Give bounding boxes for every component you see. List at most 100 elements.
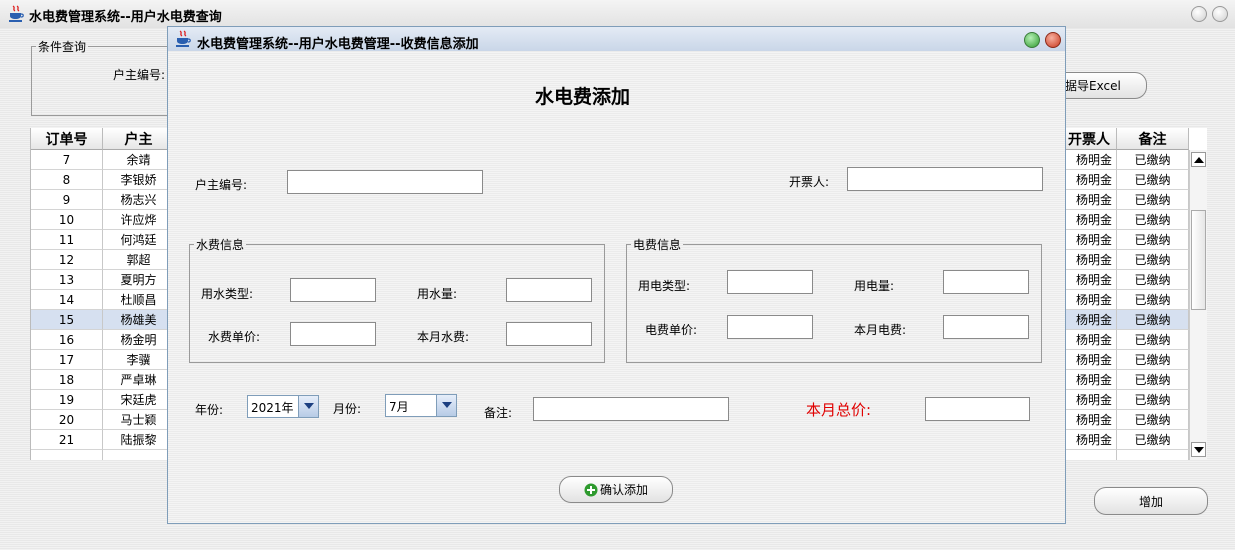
java-cup-icon (176, 30, 191, 47)
cell-order-id: 20 (31, 410, 103, 430)
cell-owner: 夏明方 (103, 270, 175, 290)
cell-owner: 严卓琳 (103, 370, 175, 390)
water-type-input[interactable] (290, 278, 376, 302)
cell-order-id: 7 (31, 150, 103, 170)
cell-owner: 宋廷虎 (103, 390, 175, 410)
cell-note: 已缴纳 (1117, 370, 1189, 390)
cell-owner: 杨雄美 (103, 310, 175, 330)
cell-issuer: 杨明金 (1061, 410, 1117, 430)
confirm-add-label: 确认添加 (599, 483, 648, 497)
elec-type-input[interactable] (727, 270, 813, 294)
scroll-down-button[interactable] (1191, 442, 1206, 457)
export-excel-label: 据导Excel (1065, 79, 1121, 93)
dialog-heading: 水电费添加 (535, 86, 631, 108)
cell-owner: 李骥 (103, 350, 175, 370)
month-label: 月份: (333, 402, 362, 416)
cell-note: 已缴纳 (1117, 190, 1189, 210)
remark-input[interactable] (533, 397, 729, 421)
water-amount-label: 用水量: (417, 287, 458, 301)
dialog-close-button[interactable] (1045, 32, 1061, 48)
year-select-value: 2021年 (251, 401, 294, 415)
cell-issuer: 杨明金 (1061, 330, 1117, 350)
elec-amount-input[interactable] (943, 270, 1029, 294)
cell-owner: 马士颖 (103, 410, 175, 430)
cell-note: 已缴纳 (1117, 270, 1189, 290)
issuer-input[interactable] (847, 167, 1043, 191)
scroll-thumb[interactable] (1191, 210, 1206, 310)
owner-id-input[interactable] (287, 170, 483, 194)
cell-note: 已缴纳 (1117, 390, 1189, 410)
cell-order-id: 11 (31, 230, 103, 250)
cell-empty (1061, 450, 1117, 460)
main-minimize-button[interactable] (1191, 6, 1207, 22)
elec-month-fee-input[interactable] (943, 315, 1029, 339)
scroll-up-button[interactable] (1191, 152, 1206, 167)
cell-note: 已缴纳 (1117, 330, 1189, 350)
cell-owner: 李银娇 (103, 170, 175, 190)
header-owner[interactable]: 户主 (103, 128, 175, 150)
water-amount-input[interactable] (506, 278, 592, 302)
elec-type-label: 用电类型: (638, 279, 691, 293)
dialog-title-bar[interactable]: 水电费管理系统--用户水电费管理--收费信息添加 (168, 27, 1065, 52)
cell-empty (1117, 450, 1189, 460)
year-label: 年份: (195, 403, 224, 417)
remark-label: 备注: (484, 406, 513, 420)
add-button[interactable]: 增加 (1094, 487, 1208, 515)
cell-note: 已缴纳 (1117, 410, 1189, 430)
cell-issuer: 杨明金 (1061, 150, 1117, 170)
electricity-fee-legend: 电费信息 (633, 238, 682, 252)
header-note[interactable]: 备注 (1117, 128, 1189, 150)
cell-order-id: 17 (31, 350, 103, 370)
cell-owner: 余靖 (103, 150, 175, 170)
cell-issuer: 杨明金 (1061, 390, 1117, 410)
cell-issuer: 杨明金 (1061, 310, 1117, 330)
cell-order-id: 10 (31, 210, 103, 230)
elec-month-fee-label: 本月电费: (854, 323, 907, 337)
dialog-title: 水电费管理系统--用户水电费管理--收费信息添加 (197, 37, 479, 52)
cell-order-id: 13 (31, 270, 103, 290)
cell-issuer: 杨明金 (1061, 190, 1117, 210)
cell-note: 已缴纳 (1117, 230, 1189, 250)
cell-owner: 郭超 (103, 250, 175, 270)
cell-note: 已缴纳 (1117, 310, 1189, 330)
cell-owner: 杨金明 (103, 330, 175, 350)
elec-amount-label: 用电量: (854, 279, 895, 293)
cell-order-id: 14 (31, 290, 103, 310)
add-button-label: 增加 (1138, 494, 1163, 509)
cell-issuer: 杨明金 (1061, 170, 1117, 190)
header-order-id[interactable]: 订单号 (31, 128, 103, 150)
water-unit-price-input[interactable] (290, 322, 376, 346)
main-window-title: 水电费管理系统--用户水电费查询 (29, 10, 222, 25)
cell-note: 已缴纳 (1117, 150, 1189, 170)
header-issuer[interactable]: 开票人 (1061, 128, 1117, 150)
add-plus-icon (584, 483, 598, 496)
java-cup-icon (9, 5, 24, 22)
water-month-fee-input[interactable] (506, 322, 592, 346)
cell-order-id: 8 (31, 170, 103, 190)
cell-issuer: 杨明金 (1061, 230, 1117, 250)
year-select[interactable]: 2021年 (247, 395, 319, 418)
cell-order-id: 19 (31, 390, 103, 410)
dialog-minimize-button[interactable] (1024, 32, 1040, 48)
cell-owner: 许应烨 (103, 210, 175, 230)
cell-order-id: 12 (31, 250, 103, 270)
main-close-button[interactable] (1212, 6, 1228, 22)
confirm-add-button[interactable]: 确认添加 (559, 476, 673, 503)
table-scrollbar[interactable] (1189, 150, 1207, 460)
cell-empty (103, 450, 175, 460)
cell-note: 已缴纳 (1117, 250, 1189, 270)
chevron-down-icon[interactable] (298, 396, 318, 417)
cell-order-id: 15 (31, 310, 103, 330)
cell-note: 已缴纳 (1117, 170, 1189, 190)
main-owner-id-label: 户主编号: (113, 68, 166, 82)
chevron-down-icon[interactable] (436, 395, 456, 416)
month-total-input[interactable] (925, 397, 1030, 421)
water-fee-legend: 水费信息 (196, 238, 245, 252)
cell-order-id: 18 (31, 370, 103, 390)
elec-unit-price-input[interactable] (727, 315, 813, 339)
month-select[interactable]: 7月 (385, 394, 457, 417)
cell-owner: 何鸿廷 (103, 230, 175, 250)
cell-order-id: 21 (31, 430, 103, 450)
owner-id-label: 户主编号: (195, 178, 248, 192)
cell-issuer: 杨明金 (1061, 210, 1117, 230)
